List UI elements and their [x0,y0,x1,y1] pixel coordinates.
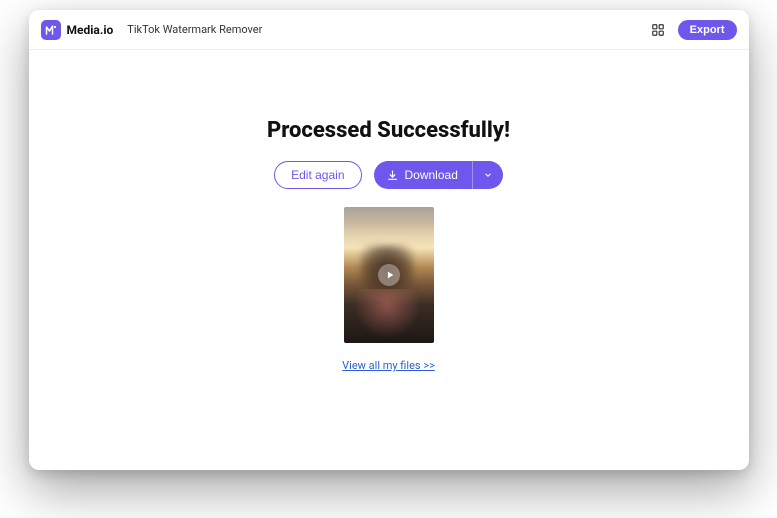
play-icon [385,270,395,280]
edit-again-button[interactable]: Edit again [274,161,361,189]
export-button[interactable]: Export [678,20,737,40]
action-buttons-row: Edit again Download [274,161,503,189]
download-options-button[interactable] [472,161,503,189]
download-icon [386,169,399,182]
brand-name: Media.io [67,23,114,37]
brand-logo-icon [41,20,61,40]
download-label: Download [405,168,458,182]
page-subtitle: TikTok Watermark Remover [127,23,262,36]
view-all-files-link[interactable]: View all my files >> [342,359,435,372]
chevron-down-icon [483,170,493,180]
header-bar: Media.io TikTok Watermark Remover Export [29,10,749,50]
download-button[interactable]: Download [374,161,472,189]
video-thumbnail[interactable] [344,207,434,343]
main-content: Processed Successfully! Edit again Downl… [29,50,749,470]
app-window: Media.io TikTok Watermark Remover Export… [29,10,749,470]
apps-grid-icon[interactable] [650,22,666,38]
play-button[interactable] [378,264,400,286]
download-button-group: Download [374,161,503,189]
page-title: Processed Successfully! [267,118,510,143]
